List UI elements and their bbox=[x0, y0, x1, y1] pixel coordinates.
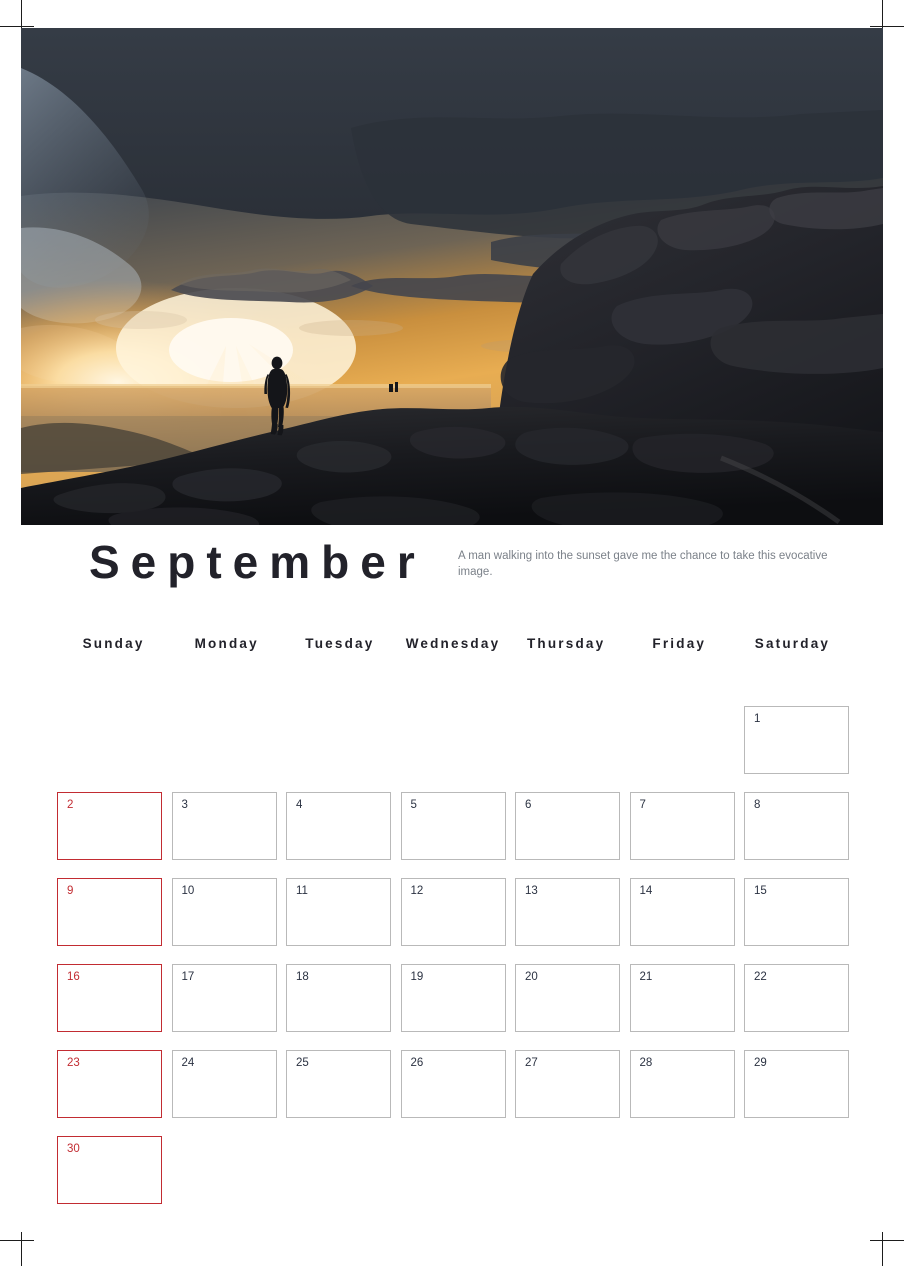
weekday-header-row: Sunday Monday Tuesday Wednesday Thursday Frid… bbox=[57, 636, 849, 651]
calendar-day-cell-2[interactable]: 2 bbox=[57, 792, 162, 860]
calendar-cell-empty bbox=[744, 1136, 849, 1204]
day-number: 19 bbox=[410, 971, 424, 983]
day-number: 8 bbox=[754, 799, 761, 811]
day-number: 21 bbox=[639, 971, 653, 983]
calendar-grid: 1 2 3 4 5 6 7 8 9 10 11 12 13 14 15 16 17 18 19 20 21 22 23 24 2… bbox=[57, 706, 849, 1204]
calendar-cell-empty bbox=[629, 1136, 735, 1204]
calendar-day-cell-7[interactable]: 7 bbox=[629, 792, 735, 860]
calendar-day-cell-16[interactable]: 16 bbox=[57, 964, 162, 1032]
crop-mark-bottom-left-vertical bbox=[21, 1232, 22, 1266]
calendar-day-cell-18[interactable]: 18 bbox=[286, 964, 391, 1032]
day-number: 12 bbox=[410, 885, 424, 897]
month-header: September A man walking into the sunset … bbox=[21, 534, 883, 596]
calendar-day-cell-8[interactable]: 8 bbox=[744, 792, 849, 860]
calendar-day-cell-29[interactable]: 29 bbox=[744, 1050, 849, 1118]
day-number: 29 bbox=[754, 1057, 767, 1069]
weekday-header-tuesday: Tuesday bbox=[305, 636, 375, 651]
day-number: 30 bbox=[67, 1143, 80, 1155]
day-number: 28 bbox=[639, 1057, 653, 1069]
calendar-day-cell-30[interactable]: 30 bbox=[57, 1136, 162, 1204]
calendar-cell-empty bbox=[400, 706, 506, 774]
day-number: 14 bbox=[639, 885, 653, 897]
crop-mark-bottom-left-horizontal bbox=[0, 1240, 34, 1241]
calendar-cell-empty bbox=[400, 1136, 506, 1204]
calendar-day-cell-9[interactable]: 9 bbox=[57, 878, 162, 946]
calendar-day-cell-27[interactable]: 27 bbox=[515, 1050, 620, 1118]
crop-mark-top-left-horizontal bbox=[0, 26, 34, 27]
calendar-day-cell-25[interactable]: 25 bbox=[286, 1050, 391, 1118]
photo-description: A man walking into the sunset gave me th… bbox=[458, 550, 828, 578]
calendar-day-cell-26[interactable]: 26 bbox=[400, 1050, 506, 1118]
calendar-day-cell-15[interactable]: 15 bbox=[744, 878, 849, 946]
calendar-cell-empty bbox=[171, 706, 277, 774]
weekday-header-saturday: Saturday bbox=[754, 636, 831, 651]
calendar-day-cell-14[interactable]: 14 bbox=[629, 878, 735, 946]
day-number: 27 bbox=[525, 1057, 538, 1069]
calendar-day-cell-6[interactable]: 6 bbox=[515, 792, 620, 860]
calendar-day-cell-17[interactable]: 17 bbox=[171, 964, 277, 1032]
calendar-day-cell-10[interactable]: 10 bbox=[171, 878, 277, 946]
weekday-header-wednesday: Wednesday bbox=[405, 636, 501, 651]
day-number: 17 bbox=[181, 971, 195, 983]
page-title: September bbox=[89, 536, 426, 588]
day-number: 9 bbox=[67, 885, 74, 897]
day-number: 11 bbox=[296, 885, 308, 897]
day-number: 20 bbox=[525, 971, 538, 983]
day-number: 23 bbox=[67, 1057, 80, 1069]
calendar-day-cell-13[interactable]: 13 bbox=[515, 878, 620, 946]
calendar-cell-empty bbox=[171, 1136, 277, 1204]
calendar-day-cell-3[interactable]: 3 bbox=[171, 792, 277, 860]
calendar-cell-empty bbox=[286, 1136, 391, 1204]
calendar-day-cell-24[interactable]: 24 bbox=[171, 1050, 277, 1118]
weekday-header-monday: Monday bbox=[194, 636, 259, 651]
weekday-header-sunday: Sunday bbox=[82, 636, 145, 651]
calendar-cell-empty bbox=[286, 706, 391, 774]
calendar-day-cell-22[interactable]: 22 bbox=[744, 964, 849, 1032]
calendar-day-cell-21[interactable]: 21 bbox=[629, 964, 735, 1032]
day-number: 22 bbox=[754, 971, 767, 983]
calendar-day-cell-19[interactable]: 19 bbox=[400, 964, 506, 1032]
day-number: 6 bbox=[525, 799, 532, 811]
crop-mark-bottom-right-vertical bbox=[882, 1232, 883, 1266]
day-number: 10 bbox=[181, 885, 195, 897]
day-number: 5 bbox=[410, 799, 417, 811]
calendar-cell-empty bbox=[515, 706, 620, 774]
crop-mark-top-right-horizontal bbox=[870, 26, 904, 27]
sunset-ridge-illustration bbox=[21, 28, 883, 525]
calendar-day-cell-20[interactable]: 20 bbox=[515, 964, 620, 1032]
day-number: 15 bbox=[754, 885, 767, 897]
day-number: 13 bbox=[525, 885, 538, 897]
day-number: 25 bbox=[296, 1057, 309, 1069]
calendar-day-cell-5[interactable]: 5 bbox=[400, 792, 506, 860]
calendar-photo bbox=[21, 28, 883, 525]
day-number: 7 bbox=[639, 799, 646, 811]
day-number: 24 bbox=[181, 1057, 195, 1069]
calendar-cell-empty bbox=[629, 706, 735, 774]
calendar-day-cell-4[interactable]: 4 bbox=[286, 792, 391, 860]
calendar-day-cell-12[interactable]: 12 bbox=[400, 878, 506, 946]
calendar-day-cell-28[interactable]: 28 bbox=[629, 1050, 735, 1118]
calendar-cell-empty bbox=[57, 706, 162, 774]
calendar-day-cell-1[interactable]: 1 bbox=[744, 706, 849, 774]
calendar-cell-empty bbox=[515, 1136, 620, 1204]
day-number: 26 bbox=[410, 1057, 424, 1069]
day-number: 16 bbox=[67, 971, 80, 983]
day-number: 3 bbox=[181, 799, 188, 811]
calendar-day-cell-23[interactable]: 23 bbox=[57, 1050, 162, 1118]
day-number: 4 bbox=[296, 799, 303, 811]
crop-mark-bottom-right-horizontal bbox=[870, 1240, 904, 1241]
day-number: 1 bbox=[754, 713, 761, 725]
day-number: 2 bbox=[67, 799, 74, 811]
calendar-day-cell-11[interactable]: 11 bbox=[286, 878, 391, 946]
weekday-header-thursday: Thursday bbox=[526, 636, 606, 651]
day-number: 18 bbox=[296, 971, 309, 983]
weekday-header-friday: Friday bbox=[652, 636, 707, 651]
